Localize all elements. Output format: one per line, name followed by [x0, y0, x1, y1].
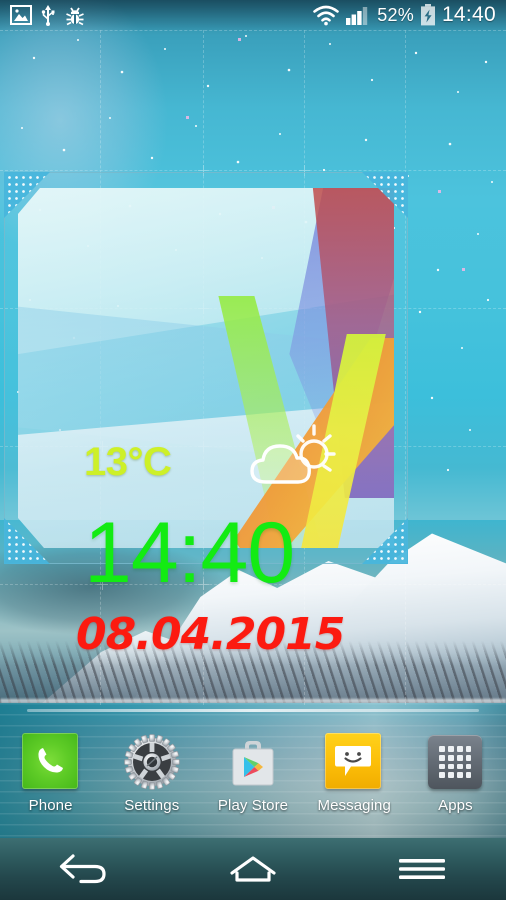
widget-glass-panel: [18, 188, 394, 548]
gear-icon[interactable]: [123, 733, 181, 791]
dock: Phone Settings Play Store Messaging Apps: [0, 733, 506, 833]
widget-clock-time[interactable]: 14:40: [84, 510, 295, 596]
dock-label-settings: Settings: [124, 797, 180, 814]
battery-charging-icon: [420, 4, 435, 26]
apps-grid-icon[interactable]: [426, 733, 484, 791]
menu-lines-icon: [398, 859, 445, 879]
dock-label-messaging: Messaging: [317, 797, 391, 814]
navigation-bar: [0, 838, 506, 900]
home-button[interactable]: [169, 838, 338, 900]
dock-label-phone: Phone: [28, 797, 73, 814]
widget-corner-bottom-left: [4, 518, 50, 564]
battery-percent-label: 52%: [377, 4, 414, 25]
android-home-screen: 52% 14:40 13°C 14:40 08.04.2015 Phone Se…: [0, 0, 506, 900]
dock-label-play-store: Play Store: [217, 797, 289, 814]
dock-item-apps[interactable]: Apps: [405, 733, 506, 814]
widget-corner-bottom-right: [362, 518, 408, 564]
back-arrow-icon: [60, 854, 106, 884]
widget-corner-top-right: [362, 172, 408, 218]
gallery-icon: [10, 5, 32, 25]
dock-label-apps: Apps: [438, 797, 473, 814]
dock-item-messaging[interactable]: Messaging: [304, 733, 405, 814]
dock-item-settings[interactable]: Settings: [101, 733, 202, 814]
weather-clock-widget[interactable]: 13°C 14:40 08.04.2015: [4, 172, 408, 657]
widget-date[interactable]: 08.04.2015: [76, 613, 345, 657]
play-store-icon[interactable]: [224, 733, 282, 791]
status-bar-system-icons: 52% 14:40: [312, 3, 496, 27]
phone-icon[interactable]: [21, 733, 80, 791]
wifi-icon: [313, 5, 340, 25]
back-button[interactable]: [0, 838, 169, 900]
status-bar-notification-icons: [10, 4, 86, 26]
messaging-icon[interactable]: [325, 733, 383, 791]
home-icon: [230, 856, 276, 882]
widget-temperature[interactable]: 13°C: [84, 442, 172, 482]
page-indicator: [27, 709, 479, 712]
widget-corner-top-left: [4, 172, 50, 218]
status-bar[interactable]: 52% 14:40: [0, 0, 506, 30]
bug-icon: [66, 7, 84, 25]
status-bar-clock: 14:40: [441, 3, 496, 26]
signal-icon: [346, 6, 368, 25]
dock-item-phone[interactable]: Phone: [0, 733, 101, 814]
usb-icon: [41, 5, 55, 26]
dock-item-play-store[interactable]: Play Store: [202, 733, 303, 814]
partly-cloudy-icon[interactable]: [244, 424, 336, 496]
menu-button[interactable]: [337, 838, 506, 900]
